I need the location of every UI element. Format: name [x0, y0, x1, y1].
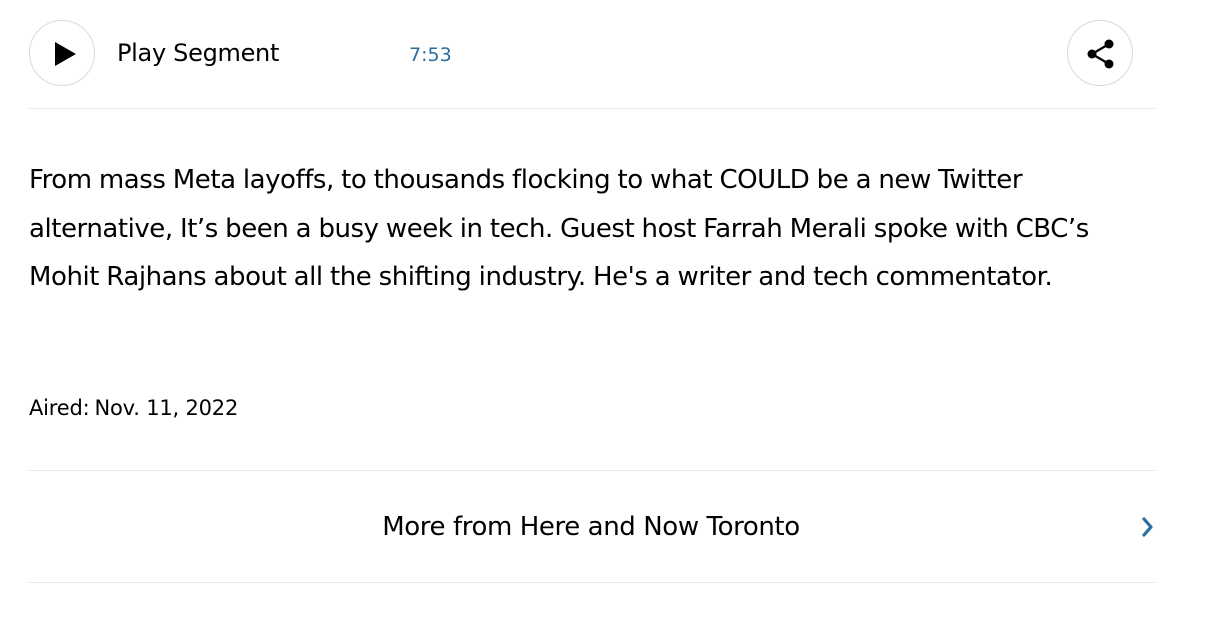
play-button[interactable]: [29, 20, 95, 86]
play-icon: [55, 42, 76, 66]
audio-player: Play Segment 7:53: [29, 20, 1155, 86]
more-from-show-link[interactable]: More from Here and Now Toronto: [29, 471, 1155, 582]
play-segment-label[interactable]: Play Segment: [117, 39, 279, 67]
segment-duration: 7:53: [409, 44, 452, 66]
chevron-right-icon: [1142, 517, 1153, 537]
share-button[interactable]: [1067, 20, 1133, 86]
divider: [29, 108, 1155, 109]
share-icon: [1087, 39, 1114, 69]
more-from-show-label: More from Here and Now Toronto: [382, 512, 800, 542]
segment-description: From mass Meta layoffs, to thousands flo…: [29, 165, 1089, 292]
aired-date: Nov. 11, 2022: [94, 396, 239, 420]
aired-date-line: Aired: Nov. 11, 2022: [29, 395, 238, 421]
segment-page: Play Segment 7:53 From mass Meta layoffs…: [0, 0, 1212, 644]
aired-label: Aired:: [29, 396, 90, 420]
divider: [29, 582, 1155, 583]
